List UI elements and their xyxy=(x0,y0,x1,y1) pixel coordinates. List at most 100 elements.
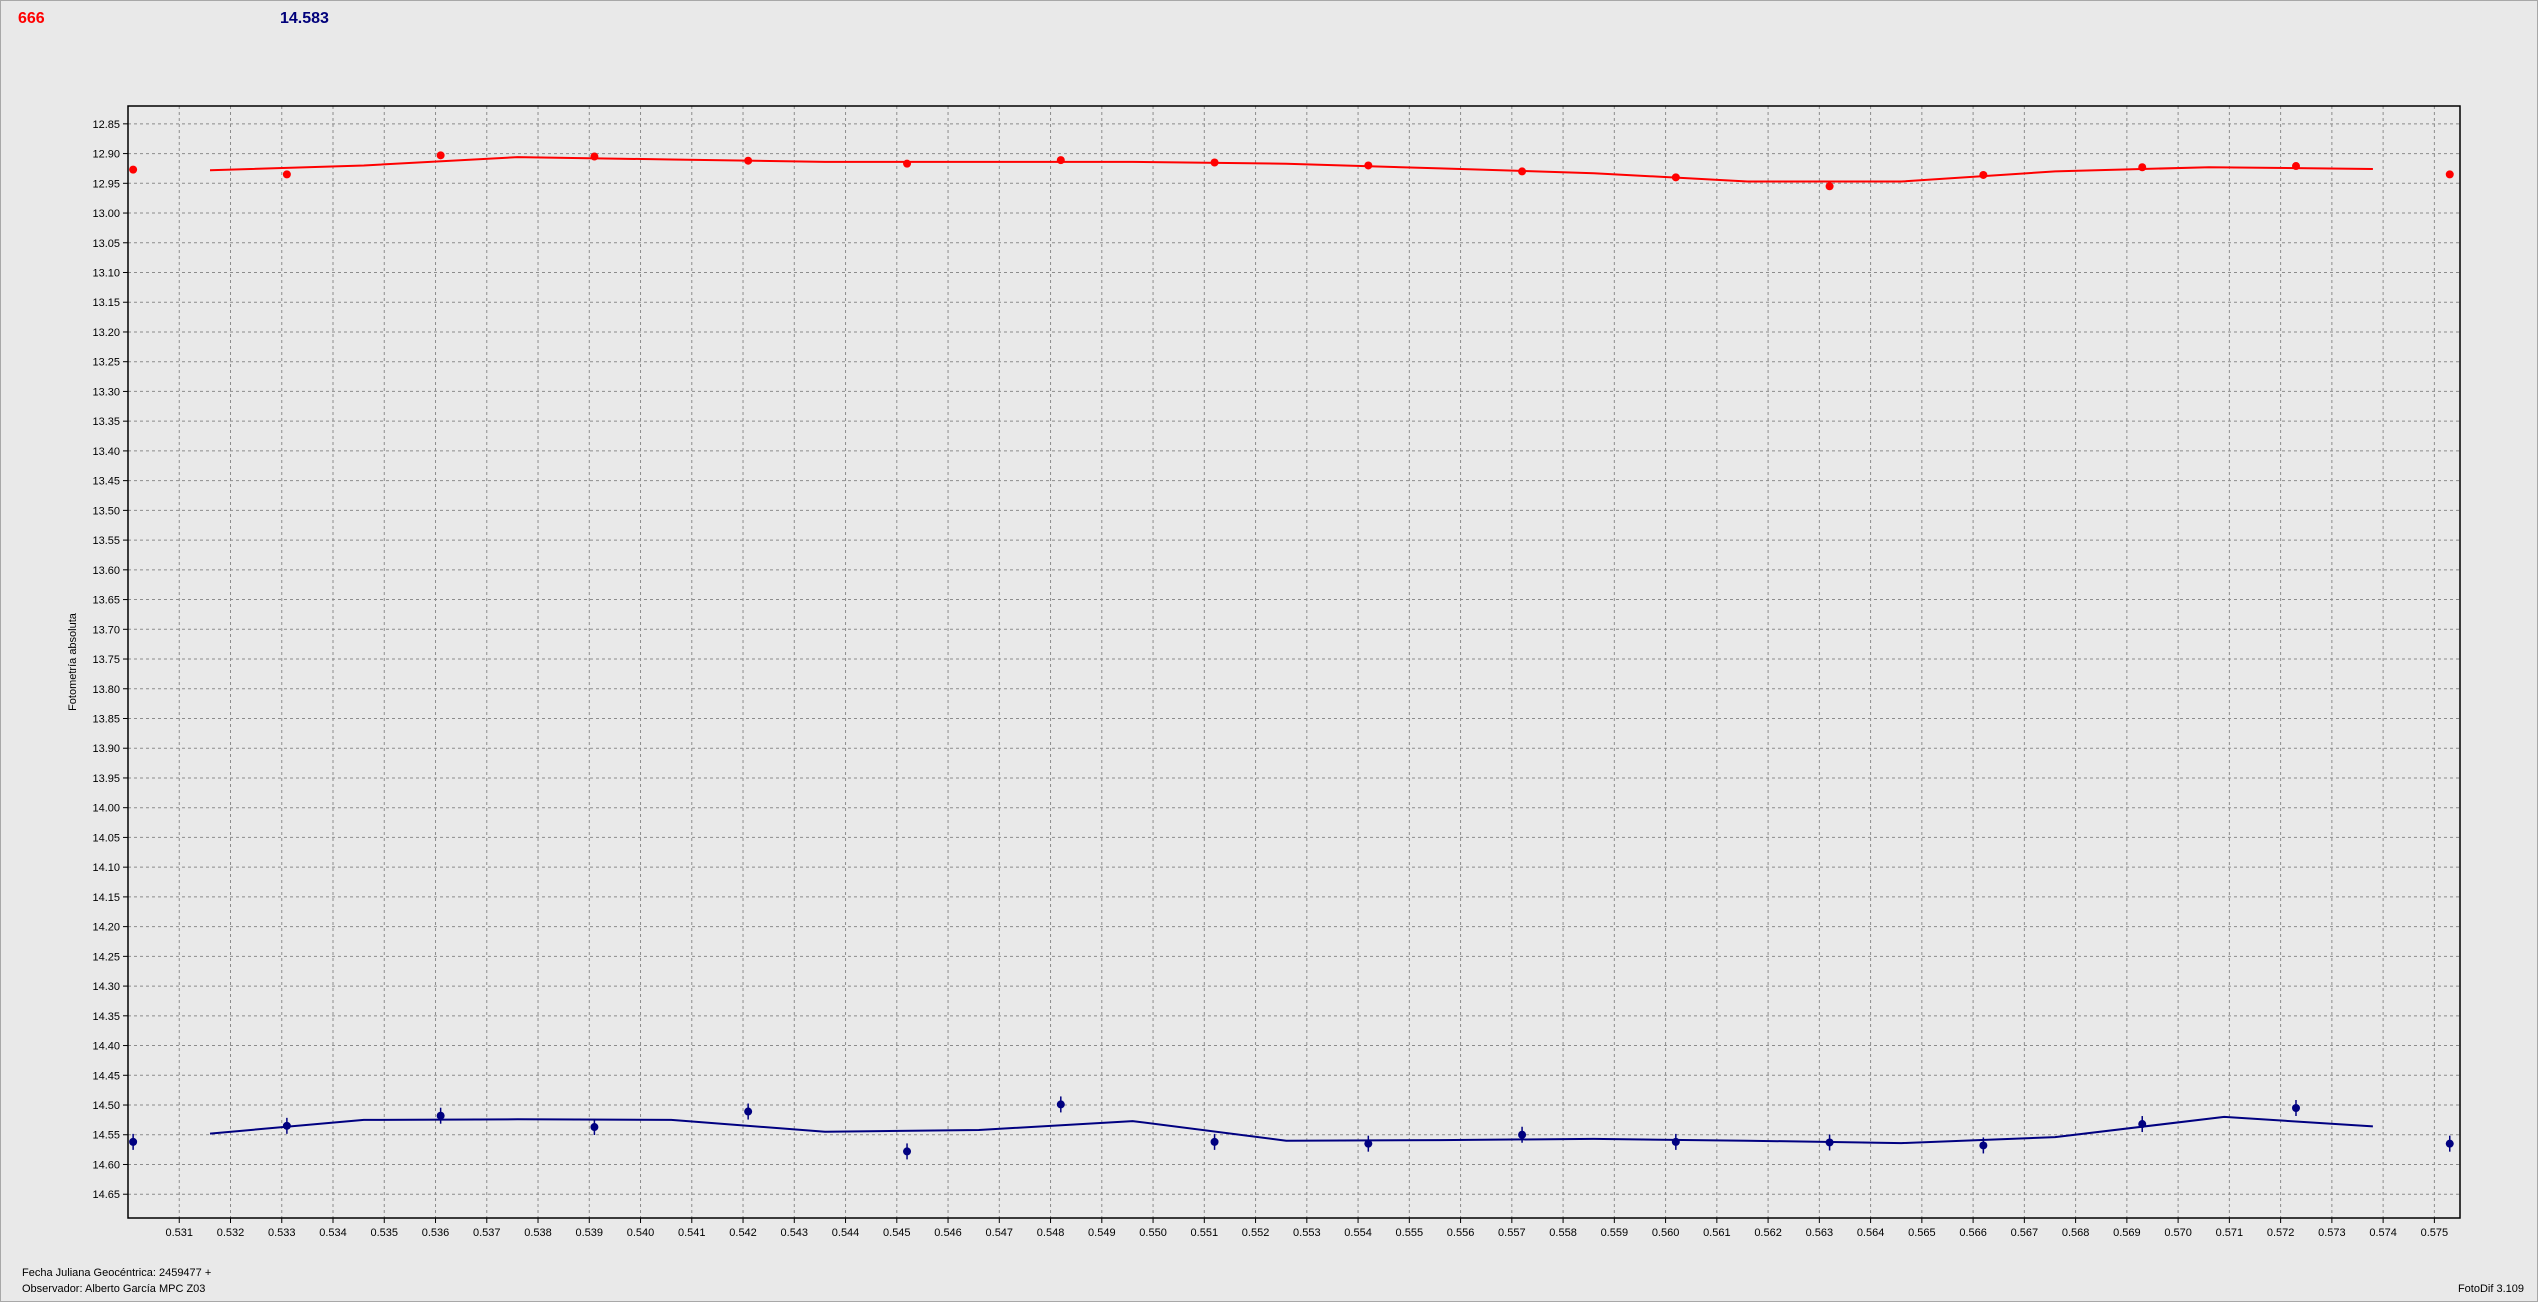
series-1-point xyxy=(436,151,445,160)
x-tick-label: 0.568 xyxy=(2062,1227,2090,1239)
x-tick-label: 0.533 xyxy=(268,1227,296,1239)
y-tick-label: 13.00 xyxy=(92,208,120,220)
y-tick-label: 14.55 xyxy=(92,1130,120,1142)
x-tick-label: 0.546 xyxy=(934,1227,962,1239)
series-1-point xyxy=(129,165,138,174)
x-tick-label: 0.537 xyxy=(473,1227,501,1239)
julian-date-label: Fecha Juliana Geocéntrica: 2459477 + xyxy=(22,1267,212,1279)
x-tick-label: 0.567 xyxy=(2011,1227,2039,1239)
x-tick-label: 0.563 xyxy=(1806,1227,1834,1239)
x-tick-label: 0.549 xyxy=(1088,1227,1116,1239)
x-tick-label: 0.562 xyxy=(1754,1227,1782,1239)
x-tick-label: 0.553 xyxy=(1293,1227,1321,1239)
observer-label: Observador: Alberto García MPC Z03 xyxy=(22,1283,206,1295)
x-tick-label: 0.559 xyxy=(1601,1227,1629,1239)
y-tick-label: 14.60 xyxy=(92,1159,120,1171)
series-1-point xyxy=(744,156,753,165)
x-tick-label: 0.566 xyxy=(1959,1227,1987,1239)
y-tick-label: 13.40 xyxy=(92,446,120,458)
y-tick-label: 12.85 xyxy=(92,119,120,131)
y-tick-label: 14.40 xyxy=(92,1041,120,1053)
y-tick-label: 13.25 xyxy=(92,357,120,369)
x-tick-label: 0.544 xyxy=(832,1227,860,1239)
y-tick-label: 13.30 xyxy=(92,386,120,398)
x-tick-label: 0.545 xyxy=(883,1227,911,1239)
x-tick-label: 0.552 xyxy=(1242,1227,1270,1239)
y-tick-label: 14.00 xyxy=(92,803,120,815)
x-tick-label: 0.570 xyxy=(2164,1227,2192,1239)
y-tick-label: 13.55 xyxy=(92,535,120,547)
y-tick-label: 12.95 xyxy=(92,178,120,190)
series-1-point xyxy=(1671,173,1680,182)
y-tick-label: 14.35 xyxy=(92,1011,120,1023)
x-tick-label: 0.560 xyxy=(1652,1227,1680,1239)
y-tick-label: 13.70 xyxy=(92,624,120,636)
x-tick-label: 0.541 xyxy=(678,1227,706,1239)
light-curve-chart: 0.531 0.532 0.533 0.534 0.535 0.536 0.537 0.538… xyxy=(67,105,2461,1239)
x-tick-label: 0.569 xyxy=(2113,1227,2141,1239)
series-1-point xyxy=(1979,170,1988,179)
x-tick-label: 0.532 xyxy=(217,1227,245,1239)
series-2-point xyxy=(2138,1120,2147,1129)
y-tick-label: 14.30 xyxy=(92,981,120,993)
y-tick-label: 14.15 xyxy=(92,892,120,904)
y-tick-label: 13.95 xyxy=(92,773,120,785)
series-1-point xyxy=(903,159,912,168)
y-tick-label: 13.10 xyxy=(92,268,120,280)
x-tick-label: 0.538 xyxy=(524,1227,552,1239)
series-2-point xyxy=(1979,1141,1988,1150)
series-2-point xyxy=(2445,1139,2454,1148)
series-2-point xyxy=(1671,1137,1680,1146)
y-tick-label: 13.05 xyxy=(92,238,120,250)
series-1-point xyxy=(1056,156,1065,165)
x-tick-label: 0.542 xyxy=(729,1227,757,1239)
x-tick-label: 0.558 xyxy=(1549,1227,1577,1239)
series-1-point xyxy=(590,152,599,161)
x-tick-label: 0.536 xyxy=(422,1227,450,1239)
y-tick-label: 14.65 xyxy=(92,1189,120,1201)
y-tick-label: 13.45 xyxy=(92,476,120,488)
y-tick-label: 14.10 xyxy=(92,862,120,874)
x-tick-label: 0.540 xyxy=(627,1227,655,1239)
series-2-point xyxy=(2291,1103,2300,1112)
x-tick-label: 0.555 xyxy=(1396,1227,1424,1239)
x-tick-label: 0.535 xyxy=(370,1227,398,1239)
x-tick-label: 0.556 xyxy=(1447,1227,1475,1239)
x-tick-label: 0.565 xyxy=(1908,1227,1936,1239)
series-2-point xyxy=(744,1107,753,1116)
series-2-point xyxy=(903,1147,912,1156)
x-tick-label: 0.575 xyxy=(2421,1227,2449,1239)
series-1-point xyxy=(1210,158,1219,167)
y-tick-label: 14.45 xyxy=(92,1070,120,1082)
y-tick-label: 13.15 xyxy=(92,297,120,309)
y-tick-label: 13.60 xyxy=(92,565,120,577)
y-tick-label: 12.90 xyxy=(92,149,120,161)
y-axis-label: Fotometría absoluta xyxy=(67,612,79,711)
y-tick-label: 14.50 xyxy=(92,1100,120,1112)
series-1-point xyxy=(2291,162,2300,171)
series-2-point xyxy=(1056,1100,1065,1109)
y-tick-label: 13.65 xyxy=(92,595,120,607)
series-2-point xyxy=(1210,1137,1219,1146)
series-1-point xyxy=(1364,161,1373,170)
series-2-point xyxy=(590,1123,599,1132)
x-tick-label: 0.531 xyxy=(165,1227,193,1239)
series-1-point xyxy=(1825,182,1834,191)
series-2-point xyxy=(436,1111,445,1120)
x-tick-label: 0.554 xyxy=(1344,1227,1372,1239)
x-tick-label: 0.551 xyxy=(1191,1227,1219,1239)
x-tick-label: 0.550 xyxy=(1139,1227,1167,1239)
x-tick-label: 0.564 xyxy=(1857,1227,1885,1239)
y-tick-label: 14.20 xyxy=(92,922,120,934)
x-tick-label: 0.557 xyxy=(1498,1227,1526,1239)
series-2-point xyxy=(282,1121,291,1130)
x-tick-label: 0.574 xyxy=(2369,1227,2397,1239)
x-tick-label: 0.543 xyxy=(781,1227,809,1239)
series-2-point xyxy=(1364,1139,1373,1148)
x-tick-label: 0.571 xyxy=(2216,1227,2244,1239)
series-1-point xyxy=(2445,170,2454,179)
x-tick-label: 0.547 xyxy=(986,1227,1014,1239)
y-tick-label: 13.80 xyxy=(92,684,120,696)
y-tick-label: 13.90 xyxy=(92,743,120,755)
x-tick-label: 0.573 xyxy=(2318,1227,2346,1239)
